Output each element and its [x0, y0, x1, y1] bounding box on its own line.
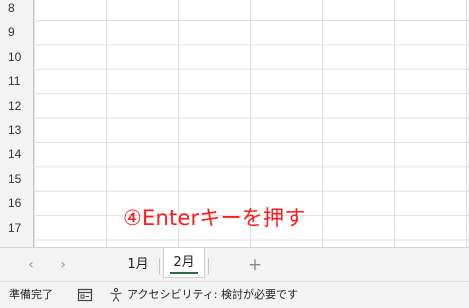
sheet-tab-bar: ‹ › 1月 2月 + — [0, 247, 469, 282]
row-number-17[interactable]: 17 — [0, 216, 30, 240]
tab-separator — [208, 258, 209, 274]
sheet-tab-label: 2月 — [173, 255, 195, 270]
row-number-8[interactable]: 8 — [0, 0, 30, 20]
row-number-15[interactable]: 15 — [0, 167, 30, 191]
row-number-9[interactable]: 9 — [0, 20, 30, 44]
row-number-10[interactable]: 10 — [0, 45, 30, 69]
sheet-tab-february[interactable]: 2月 — [163, 248, 205, 278]
tab-separator — [159, 258, 160, 274]
instruction-annotation: ④Enterキーを押す — [123, 206, 306, 230]
chevron-right-icon: › — [60, 257, 66, 273]
accessibility-status[interactable]: アクセシビリティ: 検討が必要です — [127, 287, 298, 303]
add-sheet-button[interactable]: + — [246, 254, 264, 276]
ready-status: 準備完了 — [9, 288, 53, 301]
row-number-13[interactable]: 13 — [0, 118, 30, 142]
active-tab-underline — [170, 272, 198, 274]
scroll-tabs-right-button[interactable]: › — [54, 256, 72, 274]
macro-record-icon[interactable] — [77, 287, 93, 303]
row-number-11[interactable]: 11 — [0, 69, 30, 93]
row-number-16[interactable]: 16 — [0, 191, 30, 215]
row-header: 8 9 10 11 12 13 14 15 16 17 — [0, 0, 34, 247]
plus-icon: + — [247, 255, 263, 275]
sheet-tab-label: 1月 — [127, 257, 149, 272]
sheet-tab-january[interactable]: 1月 — [118, 254, 158, 278]
row-number-14[interactable]: 14 — [0, 142, 30, 166]
status-bar: 準備完了 アクセシビリティ: 検討が必要です — [0, 281, 469, 308]
chevron-left-icon: ‹ — [28, 257, 34, 273]
row-number-12[interactable]: 12 — [0, 94, 30, 118]
scroll-tabs-left-button[interactable]: ‹ — [22, 256, 40, 274]
accessibility-icon[interactable] — [108, 287, 124, 303]
